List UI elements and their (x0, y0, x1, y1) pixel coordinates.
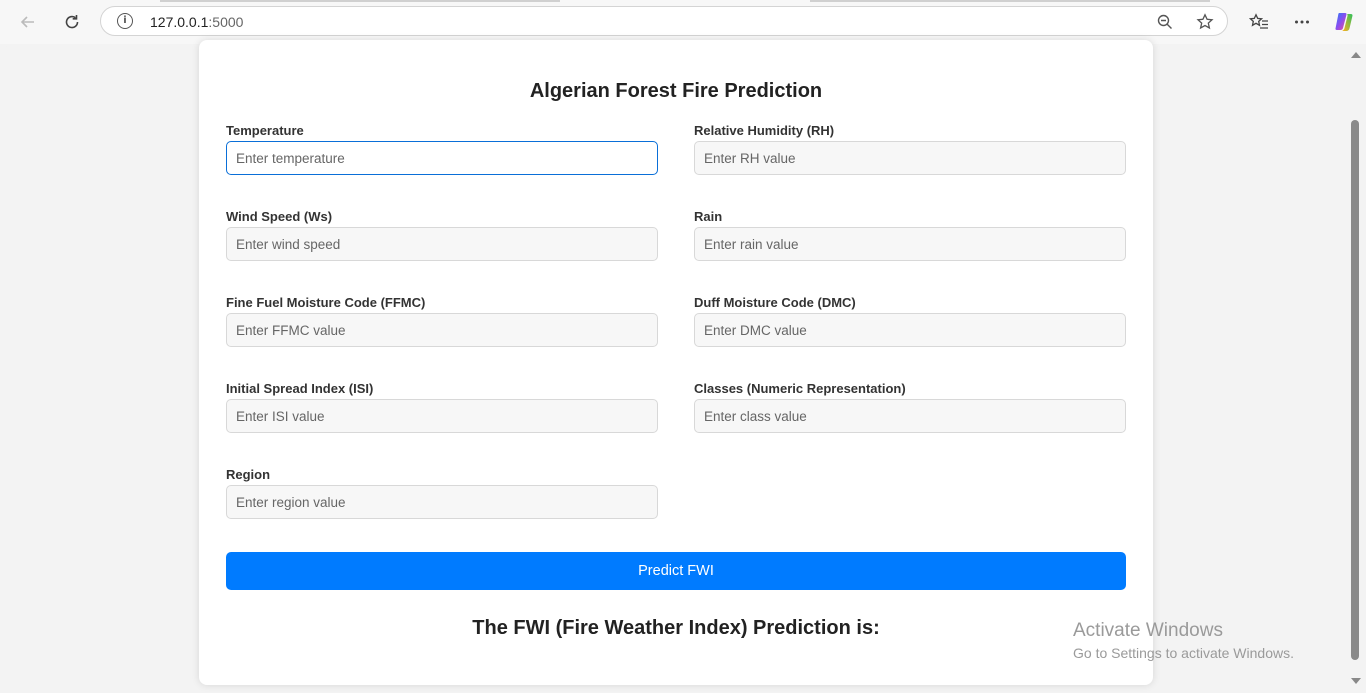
reload-icon (65, 15, 79, 29)
zoom-out-icon[interactable] (1154, 11, 1176, 33)
classes-input[interactable] (694, 399, 1126, 433)
dmc-field: Duff Moisture Code (DMC) (694, 295, 1126, 347)
rh-field: Relative Humidity (RH) (694, 123, 1126, 175)
rh-label: Relative Humidity (RH) (694, 123, 835, 138)
dmc-input[interactable] (694, 313, 1126, 347)
region-label: Region (226, 467, 271, 482)
rain-label: Rain (694, 209, 723, 224)
region-input[interactable] (226, 485, 658, 519)
watermark-title: Activate Windows (1073, 620, 1223, 641)
more-button[interactable] (1288, 8, 1316, 36)
activate-windows-watermark: Activate Windows Go to Settings to activ… (1073, 620, 1294, 664)
isi-field: Initial Spread Index (ISI) (226, 381, 658, 433)
reload-button[interactable] (58, 8, 86, 36)
scroll-down-arrow-icon[interactable] (1351, 678, 1361, 684)
address-bar[interactable]: i 127.0.0.1:5000 (100, 6, 1228, 36)
watermark-subtitle: Go to Settings to activate Windows. (1073, 645, 1294, 661)
rain-input[interactable] (694, 227, 1126, 261)
copilot-button[interactable] (1330, 8, 1358, 36)
region-field: Region (226, 467, 658, 519)
favorites-button[interactable] (1245, 8, 1273, 36)
dmc-label: Duff Moisture Code (DMC) (694, 295, 856, 310)
info-icon[interactable]: i (117, 13, 133, 29)
browser-toolbar: i 127.0.0.1:5000 (0, 0, 1366, 44)
temperature-label: Temperature (226, 123, 304, 138)
back-button[interactable] (14, 8, 42, 36)
wind-speed-label: Wind Speed (Ws) (226, 209, 333, 224)
wind-speed-field: Wind Speed (Ws) (226, 209, 658, 261)
prediction-form-card: Algerian Forest Fire Prediction Temperat… (199, 40, 1153, 685)
tab-edge (810, 0, 1210, 2)
predict-fwi-button[interactable]: Predict FWI (226, 552, 1126, 590)
arrow-left-icon (20, 16, 34, 28)
temperature-field: Temperature (226, 123, 658, 175)
copilot-icon (1335, 13, 1353, 31)
favorite-star-icon[interactable] (1194, 11, 1216, 33)
prediction-result-text: The FWI (Fire Weather Index) Prediction … (472, 617, 880, 639)
ffmc-input[interactable] (226, 313, 658, 347)
temperature-input[interactable] (226, 141, 658, 175)
favorites-icon (1249, 13, 1268, 29)
ffmc-label: Fine Fuel Moisture Code (FFMC) (226, 295, 426, 310)
scrollbar-thumb[interactable] (1351, 120, 1359, 660)
scroll-up-arrow-icon[interactable] (1351, 52, 1361, 58)
isi-input[interactable] (226, 399, 658, 433)
isi-label: Initial Spread Index (ISI) (226, 381, 374, 396)
ellipsis-icon (1295, 20, 1309, 24)
url-host: 127.0.0.1 (150, 14, 209, 30)
url-port: :5000 (208, 14, 244, 30)
wind-speed-input[interactable] (226, 227, 658, 261)
tab-edge (160, 0, 560, 2)
rh-input[interactable] (694, 141, 1126, 175)
classes-label: Classes (Numeric Representation) (694, 381, 906, 396)
rain-field: Rain (694, 209, 1126, 261)
classes-field: Classes (Numeric Representation) (694, 381, 1126, 433)
url-text[interactable]: 127.0.0.1:5000 (150, 14, 243, 30)
page-title: Algerian Forest Fire Prediction (529, 80, 823, 102)
ffmc-field: Fine Fuel Moisture Code (FFMC) (226, 295, 658, 347)
